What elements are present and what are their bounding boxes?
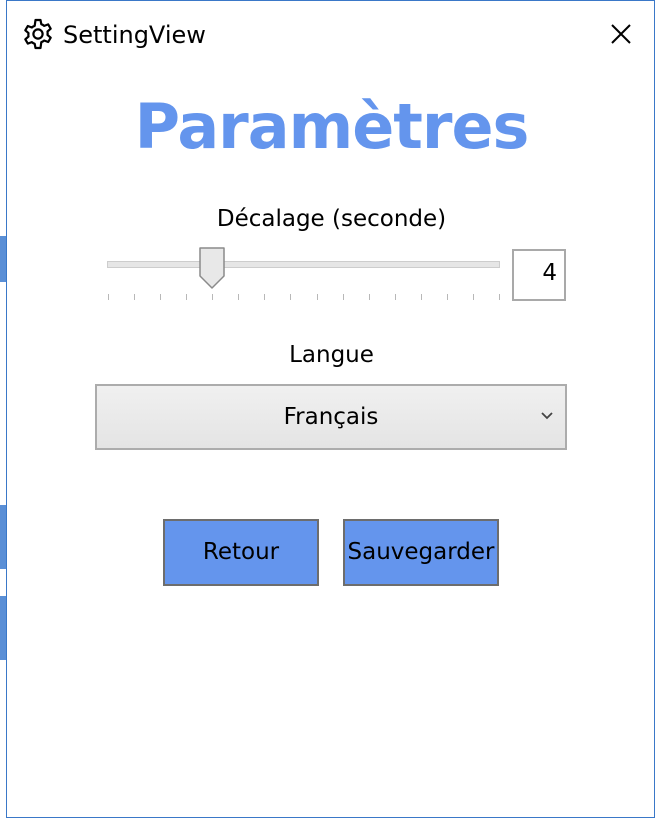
slider-tick (186, 294, 188, 300)
slider-tick (368, 294, 370, 300)
slider-tick (238, 294, 240, 300)
language-dropdown[interactable]: Français (95, 384, 567, 450)
settings-window: SettingView Paramètres Décalage (seconde… (6, 0, 655, 818)
offset-value-input[interactable]: 4 (512, 249, 566, 301)
slider-tick (499, 294, 500, 300)
slider-tick (394, 294, 396, 300)
back-button[interactable]: Retour (163, 519, 319, 586)
slider-tick (316, 294, 318, 300)
slider-track[interactable] (107, 261, 500, 268)
slider-tick (134, 294, 136, 300)
slider-tick (290, 294, 292, 300)
slider-tick (446, 294, 448, 300)
page-title: Paramètres (134, 90, 530, 163)
window-title: SettingView (63, 21, 206, 49)
chevron-down-icon (539, 408, 555, 424)
offset-slider[interactable] (107, 247, 502, 307)
title-bar[interactable]: SettingView (7, 1, 654, 71)
slider-tick (212, 294, 214, 300)
close-button[interactable] (604, 17, 638, 51)
slider-tick (160, 294, 162, 300)
slider-tick (420, 294, 422, 300)
offset-label: Décalage (seconde) (216, 206, 447, 232)
language-label: Langue (289, 342, 374, 368)
close-icon (611, 24, 631, 44)
language-selected: Français (283, 404, 379, 430)
slider-tick (472, 294, 474, 300)
slider-thumb[interactable] (199, 247, 226, 289)
slider-tick (264, 294, 266, 300)
save-button[interactable]: Sauvegarder (343, 519, 499, 586)
gear-icon (21, 17, 55, 51)
slider-tick (342, 294, 344, 300)
slider-tick (108, 294, 109, 300)
